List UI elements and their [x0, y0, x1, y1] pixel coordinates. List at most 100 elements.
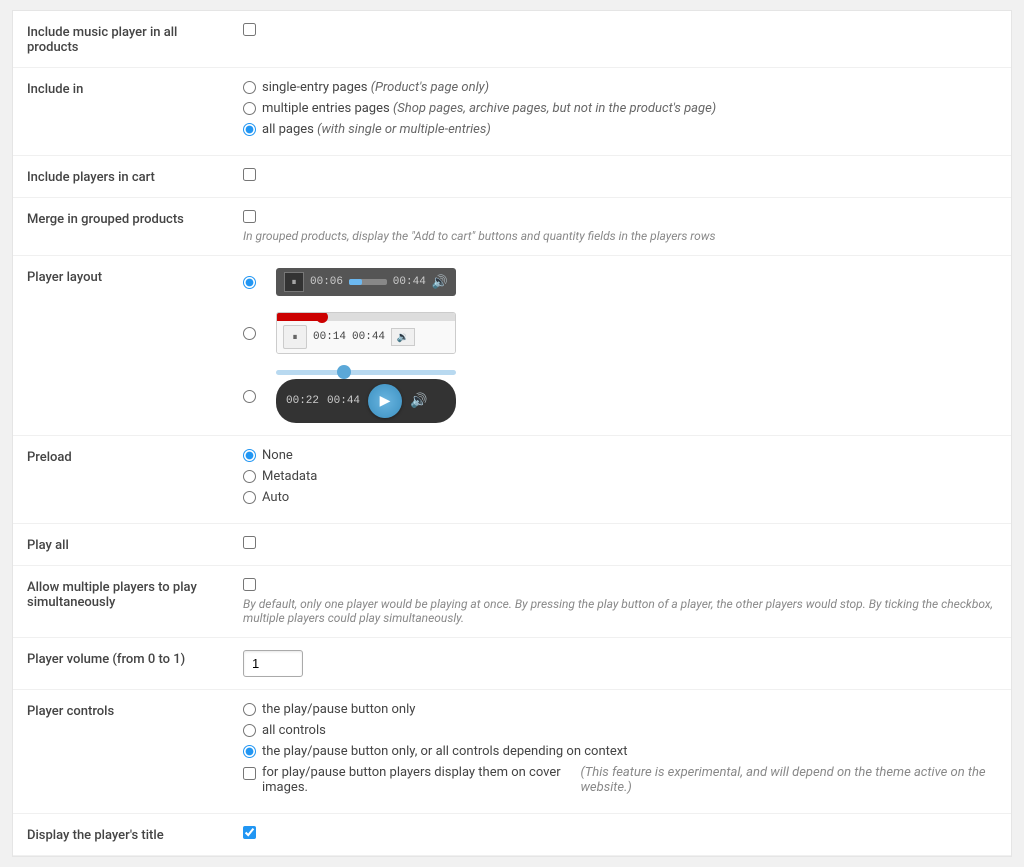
cell-play-all — [233, 524, 1011, 566]
radio-label-auto[interactable]: Auto — [243, 490, 997, 505]
player-preview-1: ⏸ 00:06 00:44 🔊 — [276, 268, 456, 296]
radio-label-all-controls[interactable]: all controls — [243, 723, 997, 738]
player-layout-options: ⏸ 00:06 00:44 🔊 — [243, 268, 997, 423]
player1-progress-bar[interactable] — [349, 279, 387, 285]
label-player-controls: Player controls — [13, 690, 233, 814]
hint-merge-grouped: In grouped products, display the "Add to… — [243, 229, 997, 243]
player1-progress-fill — [349, 279, 362, 285]
radio-play-pause-context[interactable] — [243, 745, 256, 758]
hint-allow-multiple: By default, only one player would be pla… — [243, 597, 997, 625]
radio-text-play-pause-context: the play/pause button only, or all contr… — [262, 744, 627, 759]
radio-all-pages[interactable] — [243, 123, 256, 136]
player2-controls: ⏸ 00:14 00:44 🔉 — [277, 321, 455, 353]
row-play-all: Play all — [13, 524, 1011, 566]
checkbox-allow-multiple[interactable] — [243, 578, 256, 591]
player1-elapsed: 00:06 — [310, 276, 343, 288]
cell-display-title — [233, 814, 1011, 856]
radio-text-metadata: Metadata — [262, 469, 317, 484]
cell-merge-grouped: In grouped products, display the "Add to… — [233, 198, 1011, 256]
player-layout-row-3: 00:22 00:44 ▶ 🔊 — [243, 370, 997, 423]
cell-allow-multiple: By default, only one player would be pla… — [233, 566, 1011, 638]
player2-volume-btn[interactable]: 🔉 — [391, 328, 415, 346]
player1-total: 00:44 — [393, 276, 426, 288]
radio-label-none[interactable]: None — [243, 448, 997, 463]
radio-label-multiple-entries[interactable]: multiple entries pages (Shop pages, arch… — [243, 101, 997, 116]
radio-text-single-entry: single-entry pages — [262, 80, 368, 95]
row-include-players-cart: Include players in cart — [13, 156, 1011, 198]
player3-progress-bar[interactable] — [276, 370, 456, 375]
label-merge-grouped: Merge in grouped products — [13, 198, 233, 256]
radio-text-all-controls: all controls — [262, 723, 326, 738]
radio-group-include-in: single-entry pages (Product's page only)… — [243, 80, 997, 137]
radio-preload-none[interactable] — [243, 449, 256, 462]
radio-italic-multiple-entries: (Shop pages, archive pages, but not in t… — [393, 101, 716, 116]
radio-player-layout-1[interactable] — [243, 276, 256, 289]
player3-progress-thumb — [337, 365, 351, 379]
radio-italic-single-entry: (Product's page only) — [371, 80, 489, 95]
label-player-volume: Player volume (from 0 to 1) — [13, 638, 233, 690]
label-preload: Preload — [13, 436, 233, 524]
input-player-volume[interactable]: 1 — [243, 650, 303, 677]
player-layout-row-1: ⏸ 00:06 00:44 🔊 — [243, 268, 997, 296]
radio-preload-metadata[interactable] — [243, 470, 256, 483]
cell-preload: None Metadata Auto — [233, 436, 1011, 524]
player-layout-row-2: ⏸ 00:14 00:44 🔉 — [243, 312, 997, 354]
row-player-controls: Player controls the play/pause button on… — [13, 690, 1011, 814]
radio-player-layout-3[interactable] — [243, 390, 256, 403]
radio-label-all-pages[interactable]: all pages (with single or multiple-entri… — [243, 122, 997, 137]
radio-label-metadata[interactable]: Metadata — [243, 469, 997, 484]
player3-total: 00:44 — [327, 395, 360, 407]
row-player-volume: Player volume (from 0 to 1) 1 — [13, 638, 1011, 690]
radio-all-controls[interactable] — [243, 724, 256, 737]
player2-progress-bar[interactable] — [277, 313, 455, 321]
checkbox-label-allow-multiple[interactable] — [243, 578, 997, 591]
row-include-in: Include in single-entry pages (Product's… — [13, 68, 1011, 156]
radio-multiple-entries[interactable] — [243, 102, 256, 115]
player-preview-3: 00:22 00:44 ▶ 🔊 — [276, 370, 456, 423]
player1-volume-icon[interactable]: 🔊 — [432, 275, 448, 290]
label-include-players-cart: Include players in cart — [13, 156, 233, 198]
radio-label-play-pause-context[interactable]: the play/pause button only, or all contr… — [243, 744, 997, 759]
checkbox-include-players-cart[interactable] — [243, 168, 256, 181]
row-merge-grouped: Merge in grouped products In grouped pro… — [13, 198, 1011, 256]
label-allow-multiple: Allow multiple players to play simultane… — [13, 566, 233, 638]
radio-single-entry[interactable] — [243, 81, 256, 94]
checkbox-include-music-player[interactable] — [243, 23, 256, 36]
radio-text-all-pages: all pages — [262, 122, 314, 137]
player2-elapsed: 00:14 — [313, 331, 346, 343]
settings-panel: Include music player in all products Inc… — [12, 10, 1012, 857]
cell-player-volume: 1 — [233, 638, 1011, 690]
checkbox-merge-grouped[interactable] — [243, 210, 256, 223]
radio-group-preload: None Metadata Auto — [243, 448, 997, 505]
player3-play-btn[interactable]: ▶ — [368, 384, 402, 418]
radio-text-play-pause-only: the play/pause button only — [262, 702, 415, 717]
radio-label-play-pause-only[interactable]: the play/pause button only — [243, 702, 997, 717]
radio-play-pause-only[interactable] — [243, 703, 256, 716]
player1-pause-btn[interactable]: ⏸ — [284, 272, 304, 292]
checkbox-label-merge-grouped[interactable] — [243, 210, 997, 223]
label-include-music-player: Include music player in all products — [13, 11, 233, 68]
settings-table: Include music player in all products Inc… — [13, 11, 1011, 856]
cell-include-in: single-entry pages (Product's page only)… — [233, 68, 1011, 156]
label-play-all: Play all — [13, 524, 233, 566]
text-cover-images: for play/pause button players display th… — [262, 765, 577, 795]
checkbox-label-cover-images[interactable]: for play/pause button players display th… — [243, 765, 997, 795]
checkbox-display-title[interactable] — [243, 826, 256, 839]
radio-label-single-entry[interactable]: single-entry pages (Product's page only) — [243, 80, 997, 95]
label-player-layout: Player layout — [13, 256, 233, 436]
player-preview-2: ⏸ 00:14 00:44 🔉 — [276, 312, 456, 354]
radio-preload-auto[interactable] — [243, 491, 256, 504]
radio-player-layout-2[interactable] — [243, 327, 256, 340]
player2-total: 00:44 — [352, 331, 385, 343]
cell-player-layout: ⏸ 00:06 00:44 🔊 — [233, 256, 1011, 436]
player2-pause-btn[interactable]: ⏸ — [283, 325, 307, 349]
row-include-music-player: Include music player in all products — [13, 11, 1011, 68]
radio-group-player-controls: the play/pause button only all controls … — [243, 702, 997, 759]
row-display-title: Display the player's title — [13, 814, 1011, 856]
radio-text-multiple-entries: multiple entries pages — [262, 101, 390, 116]
radio-text-auto: Auto — [262, 490, 289, 505]
label-include-in: Include in — [13, 68, 233, 156]
player3-volume-icon[interactable]: 🔊 — [410, 393, 427, 409]
checkbox-cover-images[interactable] — [243, 767, 256, 780]
checkbox-play-all[interactable] — [243, 536, 256, 549]
